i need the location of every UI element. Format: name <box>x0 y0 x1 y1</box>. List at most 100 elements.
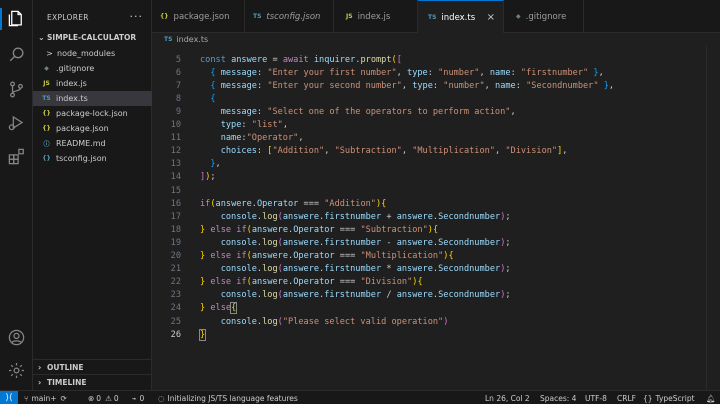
code-line[interactable]: 16 if(answere.Operator === "Addition"){ <box>152 197 387 210</box>
tab-tsconfig-json[interactable]: TS tsconfig.json <box>245 0 334 33</box>
json-file-icon: {} <box>42 110 51 117</box>
close-tab-icon[interactable]: × <box>487 12 495 23</box>
file-tree-item[interactable]: TS index.ts <box>33 91 152 106</box>
tab-index-ts[interactable]: TS index.ts × <box>418 0 504 34</box>
code-line[interactable]: 25 console.log("Please select valid oper… <box>152 315 449 328</box>
minimap-scrollbar[interactable] <box>706 46 720 390</box>
settings-gear-icon[interactable] <box>6 360 27 381</box>
code-line[interactable]: 14]); <box>152 171 216 184</box>
problems-status[interactable]: ⊗ 0 ⚠ 0 <box>88 392 119 404</box>
file-tree-item[interactable]: ⓘ README.md <box>33 136 152 151</box>
source-control-icon[interactable] <box>6 79 27 100</box>
outline-section[interactable]: › OUTLINE <box>33 359 152 374</box>
status-bar: ⟩⟨ ⑂ main+ ⟳ ⊗ 0 ⚠ 0 ⌁ 0 ◌ Initializing … <box>0 390 720 404</box>
git-file-icon: ◆ <box>44 65 49 72</box>
line-number: 13 <box>170 159 181 170</box>
code-line[interactable]: 10 type: "list", <box>152 119 288 132</box>
code-line[interactable]: 18} else if(answere.Operator === "Subtra… <box>152 223 439 236</box>
explorer-sidebar: EXPLORER ··· ⌄ SIMPLE-CALCULATOR > node_m… <box>33 0 152 390</box>
tab-label: index.js <box>357 11 391 22</box>
line-number: 9 <box>175 106 181 117</box>
code-line[interactable]: 19 console.log(answere.firstnumber - ans… <box>152 236 511 249</box>
chevron-right-icon: › <box>38 377 42 387</box>
run-debug-icon[interactable] <box>6 112 27 133</box>
extensions-icon[interactable] <box>6 146 27 167</box>
file-name: package.json <box>56 124 109 133</box>
remote-icon[interactable]: ⟩⟨ <box>0 391 18 404</box>
line-number: 15 <box>170 185 181 196</box>
language-task-status[interactable]: ◌ Initializing JS/TS language features <box>158 392 298 404</box>
braces-icon: {} <box>643 393 653 403</box>
timeline-section[interactable]: › TIMELINE <box>33 374 152 389</box>
json-file-icon: {} <box>42 155 51 162</box>
code-text: { message: "Enter your first number", ty… <box>210 67 604 78</box>
tab-gitignore[interactable]: ◆ .gitignore <box>504 0 584 33</box>
code-line[interactable]: 12 choices: ["Addition", "Subtraction", … <box>152 145 568 158</box>
code-text: } else{ <box>200 302 238 315</box>
language-name: TypeScript <box>655 393 695 403</box>
notifications-bell-icon[interactable]: 🔔︎ <box>706 392 716 404</box>
code-line[interactable]: 20} else if(answere.Operator === "Multip… <box>152 250 454 263</box>
file-tree-item[interactable]: ◆ .gitignore <box>33 61 152 76</box>
ports-icon: ⌁ <box>132 393 137 403</box>
ports-status[interactable]: ⌁ 0 <box>132 392 144 404</box>
warning-icon: ⚠ <box>105 393 112 403</box>
code-text: }, <box>210 159 221 170</box>
file-tree-item[interactable]: {} package.json <box>33 121 152 136</box>
code-editor[interactable]: 5 const answere = await inquirer.prompt([… <box>152 46 720 390</box>
code-line[interactable]: 9 message: "Select one of the operators … <box>152 105 516 118</box>
active-indicator <box>0 8 2 30</box>
code-line[interactable]: 13 }, <box>152 158 221 171</box>
code-line[interactable]: 26} <box>152 328 207 341</box>
code-line[interactable]: 17 console.log(answere.firstnumber + ans… <box>152 210 511 223</box>
file-tree-item[interactable]: {} tsconfig.json <box>33 151 152 166</box>
eol-status[interactable]: CRLF <box>617 392 636 404</box>
file-tree-item[interactable]: > node_modules <box>33 46 152 61</box>
file-tree-item[interactable]: JS index.js <box>33 76 152 91</box>
code-line[interactable]: 22} else if(answere.Operator === "Divisi… <box>152 276 423 289</box>
account-icon[interactable] <box>6 327 27 348</box>
code-text: choices: ["Addition", "Subtraction", "Mu… <box>220 146 568 157</box>
code-text: console.log(answere.firstnumber + answer… <box>220 211 511 222</box>
code-text: } else if(answere.Operator === "Subtract… <box>200 224 439 235</box>
code-text: { <box>210 93 216 104</box>
code-line[interactable]: 21 console.log(answere.firstnumber * ans… <box>152 263 511 276</box>
cursor-position[interactable]: Ln 26, Col 2 <box>485 392 530 404</box>
code-text: const answere = await inquirer.prompt([ <box>200 54 402 65</box>
project-folder-header[interactable]: ⌄ SIMPLE-CALCULATOR <box>33 31 152 44</box>
line-number: 5 <box>175 54 181 65</box>
code-line[interactable]: 23 console.log(answere.firstnumber / ans… <box>152 289 511 302</box>
code-line[interactable]: 15 <box>152 184 181 197</box>
code-text: } else if(answere.Operator === "Division… <box>200 277 423 288</box>
code-line[interactable]: 8 { <box>152 92 216 105</box>
file-name: .gitignore <box>56 64 95 73</box>
breadcrumb[interactable]: TS index.ts <box>152 33 720 46</box>
breadcrumb-file[interactable]: index.ts <box>176 35 208 44</box>
ts-file-icon: TS <box>164 36 173 43</box>
code-line[interactable]: 24} else{ <box>152 302 238 315</box>
indentation-status[interactable]: Spaces: 4 <box>540 392 576 404</box>
code-line[interactable]: 7 { message: "Enter your second number",… <box>152 79 614 92</box>
line-number: 7 <box>175 80 181 91</box>
line-number: 10 <box>170 120 181 130</box>
line-number: 11 <box>170 133 181 144</box>
code-line[interactable]: 11 name:"Operator", <box>152 132 304 145</box>
search-icon[interactable] <box>6 44 27 65</box>
ts-file-icon: TS <box>428 14 437 21</box>
tab-index-js[interactable]: JS index.js <box>334 0 418 33</box>
explorer-files-icon[interactable] <box>6 8 27 29</box>
code-text: message: "Select one of the operators to… <box>220 106 516 117</box>
project-name: SIMPLE-CALCULATOR <box>47 33 137 42</box>
code-text: console.log("Please select valid operati… <box>220 316 449 327</box>
more-actions-icon[interactable]: ··· <box>130 10 144 23</box>
encoding-status[interactable]: UTF-8 <box>585 392 607 404</box>
branch-status[interactable]: ⑂ main+ ⟳ <box>24 392 67 404</box>
tab-package-json[interactable]: {} package.json <box>152 0 245 33</box>
code-line[interactable]: 6 { message: "Enter your first number", … <box>152 66 604 79</box>
file-name: index.ts <box>56 94 88 103</box>
code-text: if(answere.Operator === "Addition"){ <box>200 198 387 209</box>
git-file-icon: ◆ <box>516 13 521 20</box>
file-tree-item[interactable]: {} package-lock.json <box>33 106 152 121</box>
language-mode[interactable]: {} TypeScript <box>643 392 695 404</box>
code-line[interactable]: 5 const answere = await inquirer.prompt([ <box>152 53 402 66</box>
